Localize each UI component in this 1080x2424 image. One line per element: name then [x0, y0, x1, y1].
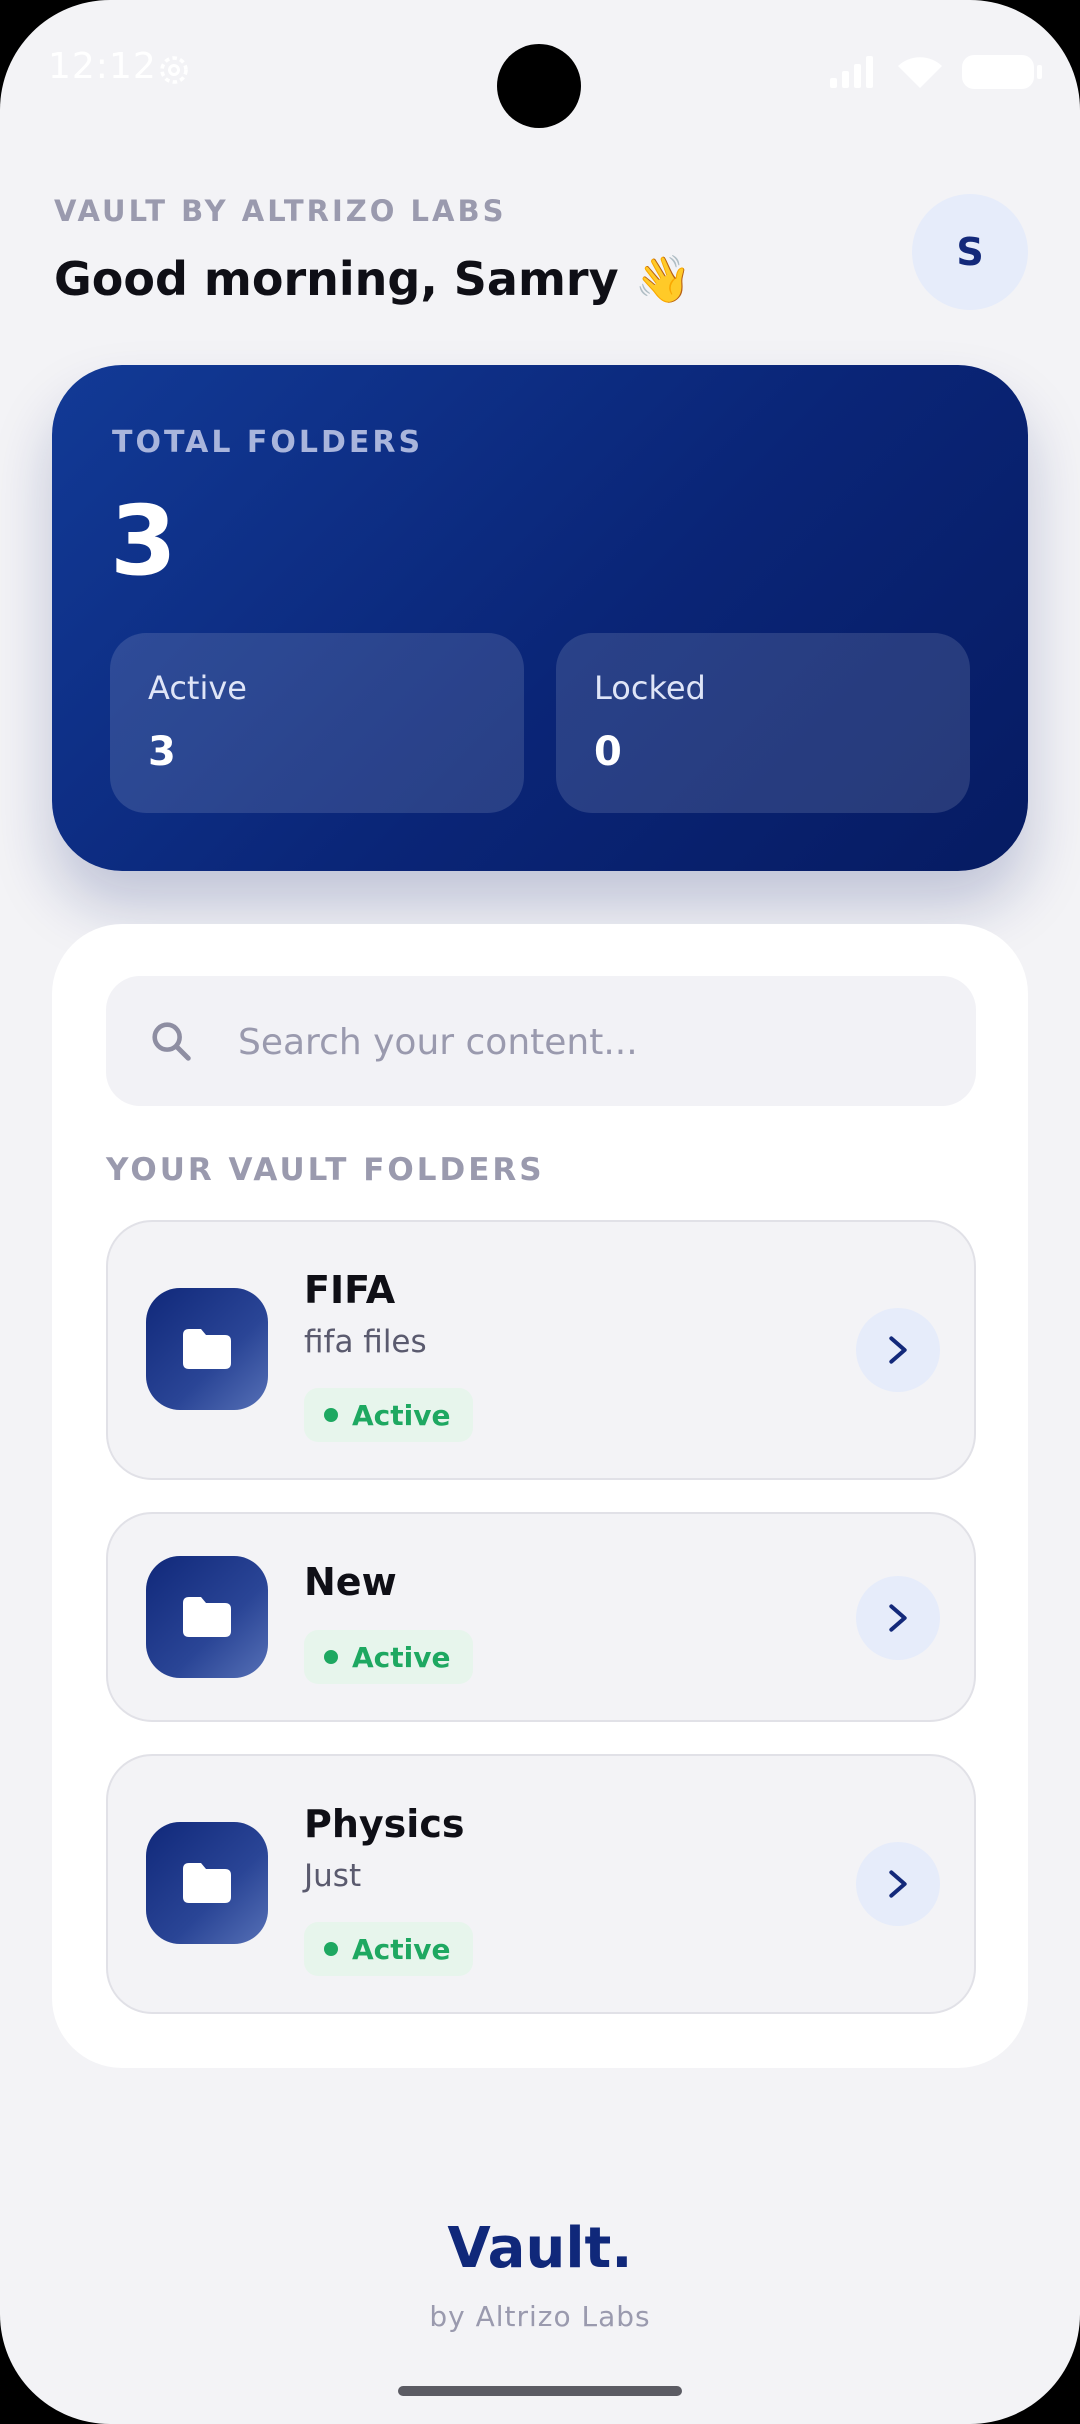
- folders-section-title: YOUR VAULT FOLDERS: [106, 1152, 545, 1188]
- total-folders-count: 3: [110, 485, 177, 597]
- chevron-right-icon: [889, 1870, 907, 1898]
- folder-card-new[interactable]: New Active: [106, 1512, 976, 1722]
- greeting-title: Good morning, Samry 👋: [54, 252, 692, 306]
- open-folder-button[interactable]: [856, 1576, 940, 1660]
- brand-logo: Vault.: [447, 2216, 633, 2281]
- folder-description: Just: [304, 1858, 362, 1894]
- app-eyebrow: VAULT BY ALTRIZO LABS: [54, 194, 507, 228]
- status-badge: Active: [304, 1388, 473, 1442]
- camera-cutout: [497, 44, 581, 128]
- open-folder-button[interactable]: [856, 1308, 940, 1392]
- status-dot: [324, 1408, 338, 1422]
- status-badge-label: Active: [352, 1398, 451, 1432]
- status-dot: [324, 1942, 338, 1956]
- status-time: 12:12: [48, 46, 157, 87]
- app-screen: 12:12 VAULT BY ALTRIZO LABS Good morning…: [0, 0, 1080, 2424]
- status-dot: [324, 1650, 338, 1664]
- brand-byline: by Altrizo Labs: [429, 2300, 651, 2333]
- locked-stat-label: Locked: [594, 669, 706, 707]
- folder-icon-tile: [146, 1822, 268, 1944]
- status-badge: Active: [304, 1630, 473, 1684]
- search-bar[interactable]: [106, 976, 976, 1106]
- open-folder-button[interactable]: [856, 1842, 940, 1926]
- settings-gear-icon: [160, 56, 188, 84]
- chevron-right-icon: [889, 1336, 907, 1364]
- folder-icon-tile: [146, 1556, 268, 1678]
- search-icon: [152, 1022, 191, 1061]
- status-badge-label: Active: [352, 1932, 451, 1966]
- folder-icon: [183, 1329, 231, 1369]
- wifi-icon: [898, 57, 942, 88]
- status-icons: [830, 52, 1042, 92]
- folder-card-physics[interactable]: Physics Just Active: [106, 1754, 976, 2014]
- avatar[interactable]: S: [912, 194, 1028, 310]
- locked-stat-value: 0: [594, 729, 622, 775]
- status-badge-label: Active: [352, 1640, 451, 1674]
- total-folders-card: TOTAL FOLDERS 3 Active 3 Locked 0: [52, 365, 1028, 871]
- folder-icon: [183, 1597, 231, 1637]
- folder-name: New: [304, 1560, 397, 1604]
- folders-panel: YOUR VAULT FOLDERS FIFA fifa files Activ…: [52, 924, 1028, 2068]
- chevron-right-icon: [889, 1604, 907, 1632]
- status-badge: Active: [304, 1922, 473, 1976]
- total-folders-label: TOTAL FOLDERS: [112, 425, 424, 460]
- folder-description: fifa files: [304, 1324, 427, 1360]
- active-stat-value: 3: [148, 729, 176, 775]
- active-stat-label: Active: [148, 669, 247, 707]
- signal-icon: [830, 56, 873, 88]
- folder-icon-tile: [146, 1288, 268, 1410]
- folder-name: FIFA: [304, 1268, 396, 1312]
- folder-name: Physics: [304, 1802, 465, 1846]
- search-input[interactable]: [236, 1004, 940, 1080]
- folder-icon: [183, 1863, 231, 1903]
- battery-icon: [962, 55, 1042, 89]
- active-stat-tile: Active 3: [110, 633, 524, 813]
- folder-card-fifa[interactable]: FIFA fifa files Active: [106, 1220, 976, 1480]
- locked-stat-tile: Locked 0: [556, 633, 970, 813]
- home-indicator[interactable]: [398, 2386, 682, 2396]
